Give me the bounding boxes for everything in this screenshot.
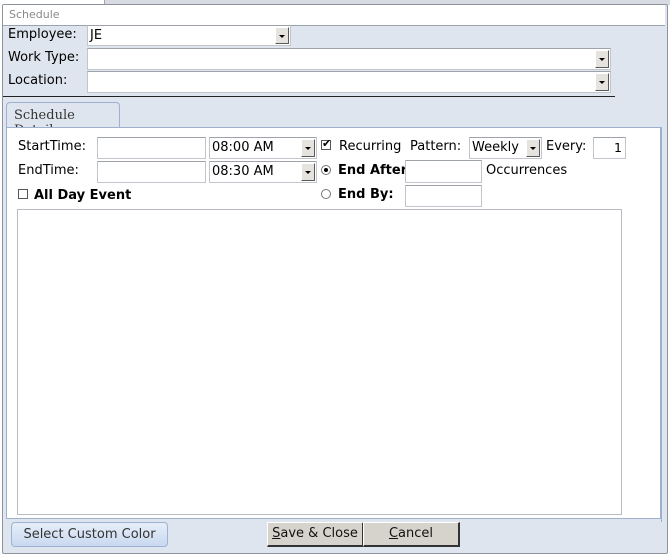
work-type-combo[interactable] xyxy=(87,48,611,70)
notes-textarea[interactable] xyxy=(17,209,622,515)
end-by-label: End By: xyxy=(338,187,394,202)
select-custom-color-label: Select Custom Color xyxy=(23,527,156,542)
work-type-dropdown-button[interactable] xyxy=(595,50,609,68)
end-time-combo[interactable]: 08:30 AM xyxy=(209,161,317,183)
end-by-radio[interactable] xyxy=(321,189,331,199)
end-after-radio[interactable] xyxy=(321,165,331,175)
form-title-band xyxy=(3,5,665,26)
location-dropdown-button[interactable] xyxy=(595,73,609,91)
start-time-dropdown-button[interactable] xyxy=(301,139,315,157)
location-combo[interactable] xyxy=(87,71,611,93)
every-label: Every: xyxy=(546,139,587,154)
start-date-input[interactable] xyxy=(97,137,206,159)
employee-value: JE xyxy=(90,28,103,43)
pattern-value: Weekly xyxy=(472,140,519,155)
save-close-label: Save & Close xyxy=(268,526,362,541)
save-close-button[interactable]: Save & Close xyxy=(267,522,364,547)
end-after-label: End After: xyxy=(338,163,413,178)
employee-combo[interactable]: JE xyxy=(87,25,291,46)
work-type-label: Work Type: xyxy=(8,50,80,65)
cancel-label: Cancel xyxy=(364,526,458,541)
employee-label: Employee: xyxy=(8,27,77,42)
cancel-button[interactable]: Cancel xyxy=(363,522,460,547)
end-date-input[interactable] xyxy=(97,161,206,183)
pattern-combo[interactable]: Weekly xyxy=(469,137,542,159)
select-custom-color-button[interactable]: Select Custom Color xyxy=(11,522,168,547)
cancel-accel: C xyxy=(388,526,399,541)
recurring-checkbox[interactable] xyxy=(321,137,331,150)
location-label: Location: xyxy=(8,73,68,88)
end-time-value: 08:30 AM xyxy=(212,164,274,179)
every-input[interactable]: 1 xyxy=(593,137,626,159)
all-day-checkbox[interactable] xyxy=(18,189,28,199)
pattern-dropdown-button[interactable] xyxy=(526,139,540,157)
save-close-rest: ave & Close xyxy=(280,526,358,541)
start-time-label: StartTime: xyxy=(18,139,86,154)
form-title: Schedule xyxy=(9,8,60,21)
all-day-label: All Day Event xyxy=(34,188,132,203)
recurring-label: Recurring xyxy=(339,139,402,154)
panel-right-border xyxy=(661,127,667,522)
pattern-label: Pattern: xyxy=(410,139,462,154)
header-divider xyxy=(3,96,615,97)
end-after-input[interactable] xyxy=(405,160,482,183)
start-time-value: 08:00 AM xyxy=(212,140,274,155)
tab-schedule-details[interactable]: Schedule Details xyxy=(6,102,120,138)
occurrences-label: Occurrences xyxy=(486,163,568,178)
end-time-dropdown-button[interactable] xyxy=(301,163,315,181)
end-by-input[interactable] xyxy=(405,185,482,207)
start-time-combo[interactable]: 08:00 AM xyxy=(209,137,317,159)
cancel-rest: ancel xyxy=(398,526,434,541)
employee-dropdown-button[interactable] xyxy=(275,27,289,44)
end-time-label: EndTime: xyxy=(18,163,79,178)
